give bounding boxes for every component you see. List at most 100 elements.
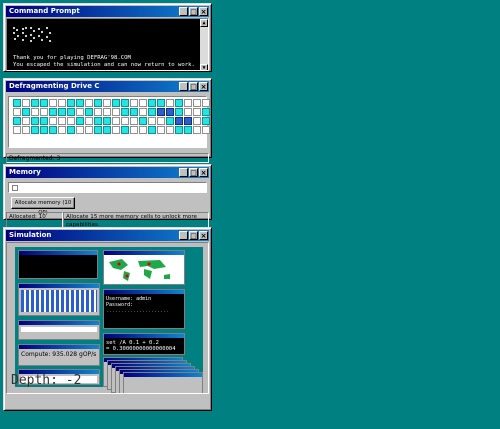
disk-block[interactable] [130, 108, 138, 116]
disk-block[interactable] [49, 126, 57, 134]
disk-block[interactable] [67, 117, 75, 125]
disk-block[interactable] [40, 99, 48, 107]
disk-block[interactable] [175, 108, 183, 116]
disk-block[interactable] [157, 126, 165, 134]
disk-block[interactable] [58, 99, 66, 107]
disk-block[interactable] [157, 117, 165, 125]
scroll-down-icon[interactable]: ▼ [200, 64, 208, 70]
disk-block[interactable] [40, 117, 48, 125]
disk-block[interactable] [49, 108, 57, 116]
simulation-titlebar[interactable]: Simulation _ □ × [6, 230, 209, 241]
disk-block[interactable] [121, 99, 129, 107]
disk-block[interactable] [202, 126, 210, 134]
disk-block[interactable] [157, 108, 165, 116]
close-icon[interactable]: × [199, 7, 208, 16]
disk-block[interactable] [85, 126, 93, 134]
disk-block[interactable] [31, 126, 39, 134]
disk-block[interactable] [166, 99, 174, 107]
disk-block[interactable] [94, 108, 102, 116]
disk-block[interactable] [202, 99, 210, 107]
memory-window[interactable]: Memory _ □ × Allocate memory (10 OP) All… [3, 164, 212, 230]
disk-block[interactable] [184, 126, 192, 134]
simulation-window[interactable]: Simulation _ □ × Username: admin Passwor… [3, 227, 212, 411]
close-icon[interactable]: × [199, 82, 208, 91]
defragmenter-window[interactable]: Defragmenting Drive C _ □ × Defragmented… [3, 78, 212, 163]
disk-block[interactable] [94, 117, 102, 125]
disk-block[interactable] [94, 99, 102, 107]
disk-block[interactable] [76, 126, 84, 134]
command-prompt-titlebar[interactable]: Command Prompt _ □ × [6, 6, 209, 17]
disk-block[interactable] [112, 117, 120, 125]
disk-block[interactable] [193, 126, 201, 134]
disk-block[interactable] [31, 108, 39, 116]
close-icon[interactable]: × [199, 231, 208, 240]
disk-block[interactable] [139, 126, 147, 134]
disk-block[interactable] [175, 117, 183, 125]
allocate-memory-button[interactable]: Allocate memory (10 OP) [11, 197, 75, 216]
disk-block[interactable] [22, 126, 30, 134]
scroll-up-icon[interactable]: ▲ [200, 19, 208, 27]
disk-block[interactable] [175, 126, 183, 134]
disk-block[interactable] [85, 117, 93, 125]
disk-block[interactable] [103, 117, 111, 125]
disk-block[interactable] [103, 99, 111, 107]
disk-block[interactable] [67, 99, 75, 107]
disk-block[interactable] [22, 108, 30, 116]
disk-block[interactable] [58, 126, 66, 134]
disk-block[interactable] [139, 99, 147, 107]
disk-block[interactable] [148, 108, 156, 116]
disk-block[interactable] [31, 117, 39, 125]
disk-block[interactable] [202, 108, 210, 116]
disk-block[interactable] [94, 126, 102, 134]
close-icon[interactable]: × [199, 168, 208, 177]
disk-block[interactable] [22, 99, 30, 107]
disk-block[interactable] [130, 99, 138, 107]
maximize-icon[interactable]: □ [189, 168, 198, 177]
minimize-icon[interactable]: _ [179, 231, 188, 240]
disk-block[interactable] [175, 99, 183, 107]
disk-block[interactable] [13, 108, 21, 116]
disk-block[interactable] [121, 126, 129, 134]
disk-block[interactable] [22, 117, 30, 125]
disk-block[interactable] [193, 117, 201, 125]
disk-block[interactable] [40, 126, 48, 134]
disk-block[interactable] [49, 117, 57, 125]
disk-block[interactable] [148, 126, 156, 134]
disk-block[interactable] [139, 117, 147, 125]
maximize-icon[interactable]: □ [189, 82, 198, 91]
disk-block[interactable] [130, 126, 138, 134]
disk-block[interactable] [49, 99, 57, 107]
defragmenter-titlebar[interactable]: Defragmenting Drive C _ □ × [6, 81, 209, 92]
disk-block[interactable] [202, 117, 210, 125]
disk-block[interactable] [13, 126, 21, 134]
disk-block[interactable] [166, 126, 174, 134]
disk-block[interactable] [184, 99, 192, 107]
memory-titlebar[interactable]: Memory _ □ × [6, 167, 209, 178]
disk-block[interactable] [139, 108, 147, 116]
disk-block[interactable] [31, 99, 39, 107]
minimize-icon[interactable]: _ [179, 82, 188, 91]
maximize-icon[interactable]: □ [189, 7, 198, 16]
minimize-icon[interactable]: _ [179, 7, 188, 16]
disk-block[interactable] [76, 117, 84, 125]
disk-block[interactable] [121, 108, 129, 116]
disk-block[interactable] [112, 99, 120, 107]
disk-block[interactable] [40, 108, 48, 116]
disk-block[interactable] [13, 99, 21, 107]
disk-block[interactable] [13, 117, 21, 125]
disk-block[interactable] [130, 117, 138, 125]
disk-block[interactable] [148, 99, 156, 107]
disk-block[interactable] [58, 108, 66, 116]
vertical-scrollbar[interactable]: ▲ ▼ [200, 19, 208, 70]
disk-block[interactable] [76, 99, 84, 107]
disk-block[interactable] [85, 99, 93, 107]
maximize-icon[interactable]: □ [189, 231, 198, 240]
disk-block[interactable] [67, 108, 75, 116]
disk-block[interactable] [85, 108, 93, 116]
minimize-icon[interactable]: _ [179, 168, 188, 177]
disk-block[interactable] [112, 126, 120, 134]
disk-block[interactable] [166, 117, 174, 125]
disk-block[interactable] [121, 117, 129, 125]
disk-block[interactable] [148, 117, 156, 125]
disk-block[interactable] [193, 99, 201, 107]
